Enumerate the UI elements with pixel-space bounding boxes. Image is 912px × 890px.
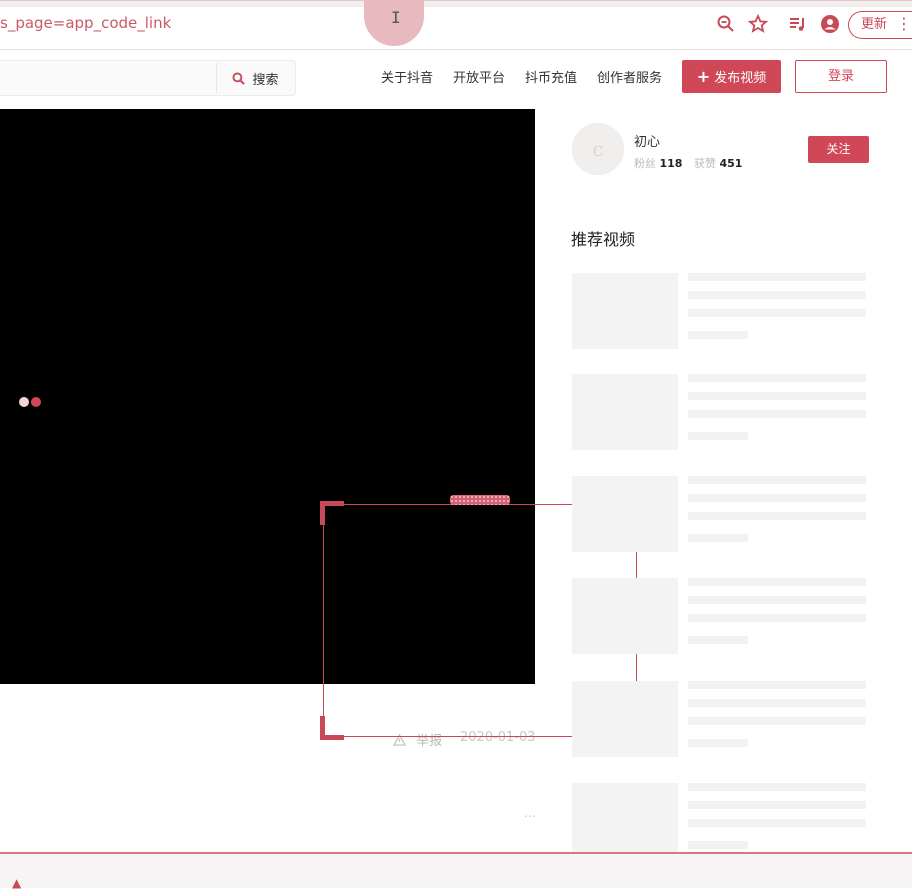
recommended-videos-title: 推荐视频 (571, 230, 636, 249)
likes-count: 451 (719, 157, 743, 170)
search-bar[interactable]: 搜索 (0, 60, 296, 96)
recommended-video-item[interactable] (572, 578, 868, 654)
nav-creator-services[interactable]: 创作者服务 (597, 67, 662, 86)
menu-icon[interactable]: ⋮ (896, 14, 912, 33)
search-divider (216, 63, 217, 93)
author-avatar[interactable]: c (572, 123, 624, 175)
capture-corner-handle[interactable] (320, 716, 344, 740)
media-playlist-icon[interactable] (788, 14, 808, 34)
video-thumbnail (572, 374, 678, 450)
follow-button[interactable]: 关注 (808, 136, 869, 163)
search-button[interactable]: 搜索 (232, 69, 279, 88)
toolbar-divider (0, 49, 912, 50)
author-stats: 粉丝 118 获赞 451 (634, 155, 750, 171)
text-cursor-icon: I (391, 8, 401, 27)
recommended-video-item[interactable] (572, 681, 868, 757)
publish-video-button[interactable]: + 发布视频 (682, 60, 781, 93)
fans-count: 118 (659, 157, 683, 170)
nav-open-platform[interactable]: 开放平台 (453, 67, 505, 86)
video-thumbnail (572, 273, 678, 349)
bottom-bar (0, 854, 912, 888)
capture-corner-handle[interactable] (320, 501, 344, 525)
more-options[interactable]: ... (524, 806, 535, 820)
fans-label: 粉丝 (634, 157, 656, 170)
tab-strip (0, 1, 912, 7)
video-thumbnail (572, 476, 678, 552)
nav-recharge[interactable]: 抖币充值 (525, 67, 577, 86)
publish-video-label: 发布视频 (714, 71, 767, 86)
recommended-video-item[interactable] (572, 783, 868, 859)
address-bar-url[interactable]: s_page=app_code_link (0, 14, 171, 32)
recommended-video-item[interactable] (572, 374, 868, 450)
video-thumbnail (572, 783, 678, 859)
recommended-video-item[interactable] (572, 273, 868, 349)
nav-about[interactable]: 关于抖音 (381, 67, 433, 86)
loading-dot-red (31, 397, 41, 407)
recommended-video-item[interactable] (572, 476, 868, 552)
author-name[interactable]: 初心 (634, 131, 660, 150)
loading-dot-light (19, 397, 29, 407)
bookmark-star-icon[interactable] (747, 13, 769, 34)
search-icon (232, 72, 250, 88)
capture-drag-handle[interactable] (450, 495, 510, 505)
account-icon[interactable] (820, 14, 840, 34)
video-thumbnail (572, 578, 678, 654)
likes-label: 获赞 (693, 157, 716, 170)
video-thumbnail (572, 681, 678, 757)
search-button-label: 搜索 (252, 73, 279, 88)
plus-icon: + (696, 67, 711, 86)
login-button[interactable]: 登录 (795, 60, 887, 93)
zoom-out-icon[interactable] (716, 14, 736, 34)
